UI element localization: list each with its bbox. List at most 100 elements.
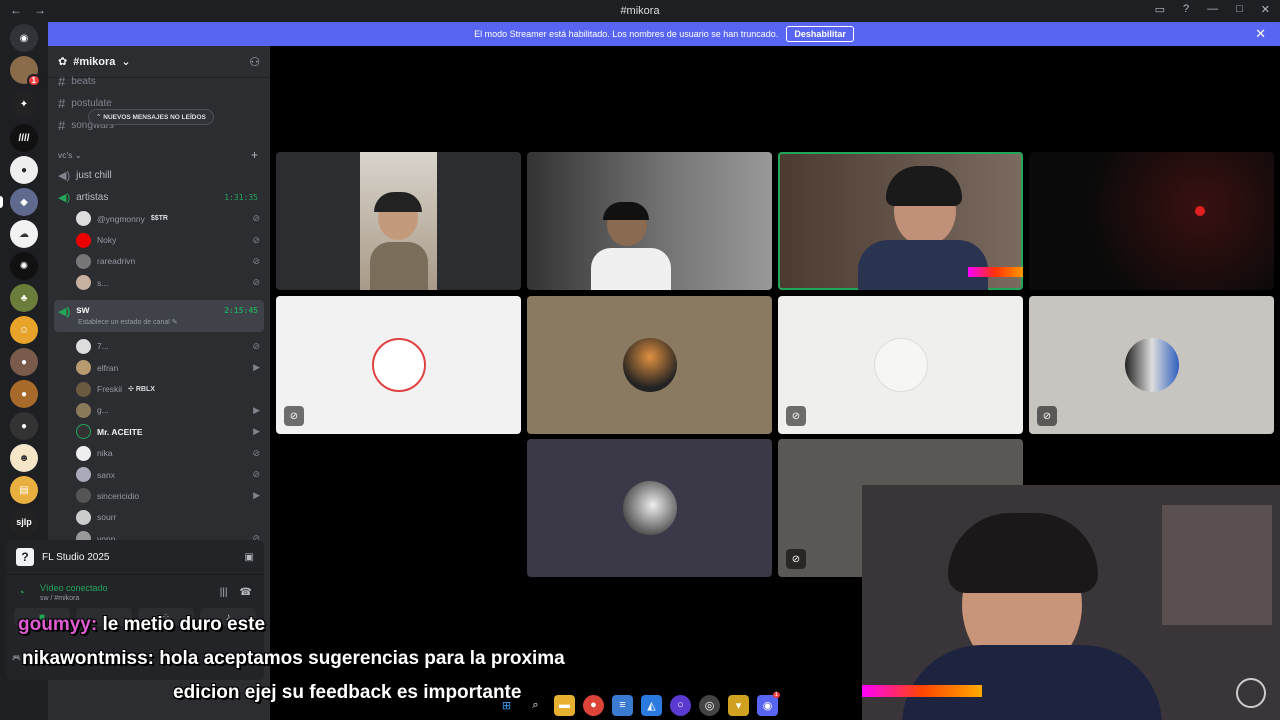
voice-channel-just-chill[interactable]: ◀) just chill <box>48 164 270 186</box>
chrome-icon[interactable]: ● <box>583 694 604 716</box>
photos-icon[interactable]: ◭ <box>641 694 662 716</box>
channel-beats[interactable]: # beats <box>48 70 270 92</box>
server-name: #mikora <box>73 55 116 68</box>
muted-mic-icon: ⊘ <box>252 213 260 224</box>
voice-user[interactable]: g... ▶ <box>48 400 270 421</box>
server-icon[interactable]: ● <box>10 348 38 376</box>
voice-user[interactable]: nika ⊘ <box>48 443 270 464</box>
server-icon[interactable]: ✦ <box>10 90 38 118</box>
add-channel-icon[interactable]: + <box>251 148 258 162</box>
channel-duration: 1:31:35 <box>224 192 258 202</box>
obs-icon[interactable]: ◎ <box>699 694 720 716</box>
screen-share-icon[interactable]: ▣ <box>245 552 254 563</box>
audio-tile[interactable]: ⊘ <box>778 296 1023 434</box>
voice-user[interactable]: rareadrivn ⊘ <box>48 251 270 272</box>
audio-tile[interactable]: ⊘ <box>1029 296 1274 434</box>
video-tile-speaking[interactable] <box>778 152 1023 290</box>
server-icon-sjlp[interactable]: sjlp <box>10 508 38 536</box>
server-icon[interactable]: ● <box>10 412 38 440</box>
hash-icon: # <box>58 117 66 133</box>
inbox-icon[interactable]: ▭ <box>1155 3 1165 16</box>
muted-mic-icon: ⊘ <box>252 234 260 245</box>
server-badge-icon: ✿ <box>58 56 68 68</box>
server-icon[interactable]: ☻ <box>10 444 38 472</box>
file-explorer-icon[interactable]: ▬ <box>554 694 575 716</box>
muted-mic-icon: ⊘ <box>786 406 806 426</box>
muted-mic-icon: ⊘ <box>1037 406 1057 426</box>
voice-user[interactable]: elfran ▶ <box>48 357 270 378</box>
muted-mic-icon: ⊘ <box>252 340 260 351</box>
server-icon[interactable]: ☺ <box>10 316 38 344</box>
participant-video <box>360 152 437 290</box>
avatar <box>76 211 91 227</box>
noise-suppression-icon[interactable]: ||| <box>220 587 228 598</box>
voice-user[interactable]: sincericidio ▶ <box>48 485 270 506</box>
server-icon[interactable]: ✺ <box>10 252 38 280</box>
close-icon[interactable]: ✕ <box>1255 26 1266 42</box>
muted-mic-icon: ⊘ <box>786 549 806 569</box>
chevron-down-icon: ⌄ <box>121 56 131 68</box>
minimize-icon[interactable]: — <box>1207 3 1218 16</box>
avatar <box>76 381 91 397</box>
server-icon[interactable]: ● <box>10 156 38 184</box>
discord-home-icon[interactable]: ◉ <box>10 24 38 52</box>
server-icon[interactable]: 1 <box>10 56 41 87</box>
muted-mic-icon: ⊘ <box>252 469 260 480</box>
notepad-icon[interactable]: ≡ <box>612 694 633 716</box>
category-vcs[interactable]: vc's ⌄ + <box>48 146 270 164</box>
server-icon[interactable]: ☁ <box>10 220 38 248</box>
voice-user[interactable]: Mr. ACEITE ▶ <box>48 421 270 442</box>
avatar <box>76 467 91 483</box>
voice-user[interactable]: Freskii ✣ RBLX <box>48 378 270 399</box>
voice-user[interactable]: s... ⊘ <box>48 272 270 293</box>
avatar <box>76 253 91 269</box>
voice-channel-artistas[interactable]: ◀) artistas 1:31:35 <box>48 186 270 208</box>
voice-user[interactable]: sourr <box>48 507 270 528</box>
maximize-icon[interactable]: □ <box>1236 3 1243 16</box>
app-icon[interactable]: ▾ <box>728 694 749 716</box>
search-icon[interactable]: ⌕ <box>525 695 546 716</box>
participant-avatar <box>1124 338 1179 392</box>
avatar <box>76 424 91 440</box>
voice-channel-sw-active[interactable]: ◀) sw Establece un estado de canal ✎ 2:1… <box>54 299 264 332</box>
voice-user[interactable]: @yngmonny $$TR ⊘ <box>48 208 270 229</box>
server-icon-selected[interactable]: ◆ <box>0 188 38 216</box>
avatar <box>76 402 91 418</box>
video-tile[interactable] <box>276 152 521 290</box>
video-tile[interactable] <box>1029 152 1274 290</box>
channel-duration: 2:15:45 <box>224 305 258 315</box>
close-window-icon[interactable]: ✕ <box>1261 3 1270 16</box>
start-icon[interactable]: ⊞ <box>496 695 517 716</box>
server-icon[interactable]: ▤ <box>10 476 38 504</box>
avatar <box>76 488 91 504</box>
hash-icon: # <box>58 95 66 111</box>
app-icon[interactable]: ○ <box>670 694 691 716</box>
avatar <box>76 338 91 354</box>
camera-icon: ▶ <box>253 404 260 415</box>
avatar <box>76 232 91 248</box>
server-icon[interactable]: ● <box>10 380 38 408</box>
participant-avatar <box>873 338 928 392</box>
voice-user[interactable]: sanx ⊘ <box>48 464 270 485</box>
connection-status: ◔ Vídeo conectado sw / #mikora ||| ☎ <box>6 575 264 602</box>
chat-username: goumyy: <box>18 614 98 635</box>
disconnect-icon[interactable]: ☎ <box>240 587 252 598</box>
signal-icon[interactable]: ◔ <box>18 587 25 599</box>
audio-tile[interactable]: ⊘ <box>276 296 521 434</box>
channel-status[interactable]: Establece un estado de canal ✎ <box>78 318 178 326</box>
muted-mic-icon: ⊘ <box>252 277 260 288</box>
disable-streamer-button[interactable]: Deshabilitar <box>786 26 854 42</box>
server-icon[interactable]: //// <box>10 124 38 152</box>
add-member-icon[interactable]: ⚇ <box>249 55 260 69</box>
help-icon[interactable]: ? <box>1183 3 1189 16</box>
audio-tile[interactable] <box>527 296 772 434</box>
server-icon[interactable]: ♣ <box>10 284 38 312</box>
audio-tile[interactable] <box>527 439 772 577</box>
voice-user[interactable]: Noky ⊘ <box>48 229 270 250</box>
video-tile[interactable] <box>527 152 772 290</box>
new-messages-pill[interactable]: ⌃ NUEVOS MENSAJES NO LEÍDOS <box>88 109 214 125</box>
participant-avatar <box>622 481 677 535</box>
voice-user[interactable]: 7... ⊘ <box>48 336 270 357</box>
discord-icon[interactable]: ◉ 1 <box>757 691 780 716</box>
user-tag: $$TR <box>150 215 168 223</box>
